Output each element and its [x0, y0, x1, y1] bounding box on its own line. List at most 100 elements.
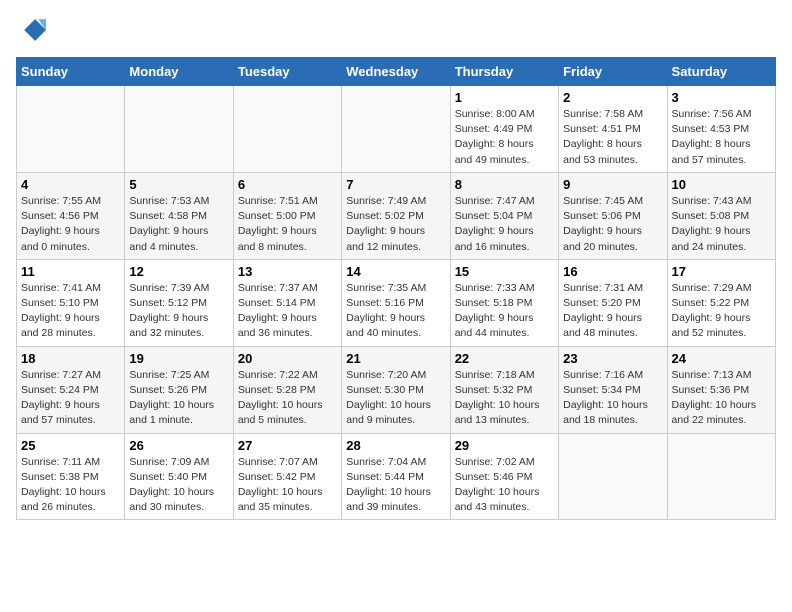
calendar-cell: 1 Sunrise: 8:00 AM Sunset: 4:49 PM Daylig…	[450, 86, 558, 173]
calendar-cell: 28 Sunrise: 7:04 AM Sunset: 5:44 PM Dayli…	[342, 433, 450, 520]
day-number: 26	[129, 438, 228, 453]
page-header	[16, 16, 776, 49]
calendar-cell: 12 Sunrise: 7:39 AM Sunset: 5:12 PM Dayli…	[125, 259, 233, 346]
day-number: 15	[455, 264, 554, 279]
day-info: Sunrise: 7:20 AM Sunset: 5:30 PM Dayligh…	[346, 368, 445, 429]
calendar-cell	[559, 433, 667, 520]
day-number: 29	[455, 438, 554, 453]
day-info: Sunrise: 7:02 AM Sunset: 5:46 PM Dayligh…	[455, 455, 554, 516]
weekday-header-tuesday: Tuesday	[233, 58, 341, 86]
day-info: Sunrise: 7:09 AM Sunset: 5:40 PM Dayligh…	[129, 455, 228, 516]
logo	[16, 16, 50, 49]
day-number: 1	[455, 90, 554, 105]
day-number: 13	[238, 264, 337, 279]
day-number: 7	[346, 177, 445, 192]
day-info: Sunrise: 7:45 AM Sunset: 5:06 PM Dayligh…	[563, 194, 662, 255]
calendar-cell	[342, 86, 450, 173]
calendar-cell: 29 Sunrise: 7:02 AM Sunset: 5:46 PM Dayli…	[450, 433, 558, 520]
calendar-cell: 23 Sunrise: 7:16 AM Sunset: 5:34 PM Dayli…	[559, 346, 667, 433]
day-number: 5	[129, 177, 228, 192]
day-number: 8	[455, 177, 554, 192]
day-number: 28	[346, 438, 445, 453]
day-info: Sunrise: 7:04 AM Sunset: 5:44 PM Dayligh…	[346, 455, 445, 516]
calendar-cell: 20 Sunrise: 7:22 AM Sunset: 5:28 PM Dayli…	[233, 346, 341, 433]
calendar-week-row: 11 Sunrise: 7:41 AM Sunset: 5:10 PM Dayli…	[17, 259, 776, 346]
calendar-cell: 15 Sunrise: 7:33 AM Sunset: 5:18 PM Dayli…	[450, 259, 558, 346]
day-info: Sunrise: 7:58 AM Sunset: 4:51 PM Dayligh…	[563, 107, 662, 168]
day-number: 11	[21, 264, 120, 279]
day-info: Sunrise: 7:27 AM Sunset: 5:24 PM Dayligh…	[21, 368, 120, 429]
calendar-cell: 14 Sunrise: 7:35 AM Sunset: 5:16 PM Dayli…	[342, 259, 450, 346]
calendar-cell	[667, 433, 775, 520]
calendar-cell: 3Sunrise: 7:56 AM Sunset: 4:53 PM Daylig…	[667, 86, 775, 173]
day-info: Sunrise: 7:11 AM Sunset: 5:38 PM Dayligh…	[21, 455, 120, 516]
day-info: Sunrise: 7:47 AM Sunset: 5:04 PM Dayligh…	[455, 194, 554, 255]
day-number: 6	[238, 177, 337, 192]
calendar-cell: 16 Sunrise: 7:31 AM Sunset: 5:20 PM Dayli…	[559, 259, 667, 346]
day-info: Sunrise: 7:31 AM Sunset: 5:20 PM Dayligh…	[563, 281, 662, 342]
weekday-header-wednesday: Wednesday	[342, 58, 450, 86]
calendar-cell: 6 Sunrise: 7:51 AM Sunset: 5:00 PM Daylig…	[233, 172, 341, 259]
day-info: Sunrise: 7:33 AM Sunset: 5:18 PM Dayligh…	[455, 281, 554, 342]
day-number: 19	[129, 351, 228, 366]
day-number: 23	[563, 351, 662, 366]
calendar-cell: 25 Sunrise: 7:11 AM Sunset: 5:38 PM Dayli…	[17, 433, 125, 520]
day-info: Sunrise: 7:18 AM Sunset: 5:32 PM Dayligh…	[455, 368, 554, 429]
day-info: Sunrise: 7:39 AM Sunset: 5:12 PM Dayligh…	[129, 281, 228, 342]
calendar-week-row: 1 Sunrise: 8:00 AM Sunset: 4:49 PM Daylig…	[17, 86, 776, 173]
calendar-week-row: 18 Sunrise: 7:27 AM Sunset: 5:24 PM Dayli…	[17, 346, 776, 433]
day-info: Sunrise: 7:56 AM Sunset: 4:53 PM Dayligh…	[672, 107, 771, 168]
weekday-header-sunday: Sunday	[17, 58, 125, 86]
calendar-cell: 27 Sunrise: 7:07 AM Sunset: 5:42 PM Dayli…	[233, 433, 341, 520]
weekday-header-monday: Monday	[125, 58, 233, 86]
calendar-week-row: 25 Sunrise: 7:11 AM Sunset: 5:38 PM Dayli…	[17, 433, 776, 520]
day-info: Sunrise: 7:13 AM Sunset: 5:36 PM Dayligh…	[672, 368, 771, 429]
day-number: 16	[563, 264, 662, 279]
day-info: Sunrise: 7:53 AM Sunset: 4:58 PM Dayligh…	[129, 194, 228, 255]
weekday-header-friday: Friday	[559, 58, 667, 86]
day-number: 25	[21, 438, 120, 453]
day-info: Sunrise: 7:07 AM Sunset: 5:42 PM Dayligh…	[238, 455, 337, 516]
calendar-cell	[233, 86, 341, 173]
day-info: Sunrise: 8:00 AM Sunset: 4:49 PM Dayligh…	[455, 107, 554, 168]
calendar-cell: 4 Sunrise: 7:55 AM Sunset: 4:56 PM Daylig…	[17, 172, 125, 259]
calendar-cell: 19 Sunrise: 7:25 AM Sunset: 5:26 PM Dayli…	[125, 346, 233, 433]
calendar-cell: 5 Sunrise: 7:53 AM Sunset: 4:58 PM Daylig…	[125, 172, 233, 259]
day-number: 20	[238, 351, 337, 366]
weekday-header-saturday: Saturday	[667, 58, 775, 86]
day-info: Sunrise: 7:41 AM Sunset: 5:10 PM Dayligh…	[21, 281, 120, 342]
day-number: 18	[21, 351, 120, 366]
calendar-cell: 13 Sunrise: 7:37 AM Sunset: 5:14 PM Dayli…	[233, 259, 341, 346]
day-number: 12	[129, 264, 228, 279]
day-info: Sunrise: 7:16 AM Sunset: 5:34 PM Dayligh…	[563, 368, 662, 429]
calendar-cell: 17 Sunrise: 7:29 AM Sunset: 5:22 PM Dayli…	[667, 259, 775, 346]
calendar-cell	[125, 86, 233, 173]
day-info: Sunrise: 7:25 AM Sunset: 5:26 PM Dayligh…	[129, 368, 228, 429]
day-number: 17	[672, 264, 771, 279]
day-info: Sunrise: 7:22 AM Sunset: 5:28 PM Dayligh…	[238, 368, 337, 429]
calendar-cell: 21Sunrise: 7:20 AM Sunset: 5:30 PM Dayli…	[342, 346, 450, 433]
day-info: Sunrise: 7:29 AM Sunset: 5:22 PM Dayligh…	[672, 281, 771, 342]
day-number: 14	[346, 264, 445, 279]
day-info: Sunrise: 7:55 AM Sunset: 4:56 PM Dayligh…	[21, 194, 120, 255]
day-info: Sunrise: 7:35 AM Sunset: 5:16 PM Dayligh…	[346, 281, 445, 342]
calendar-cell: 2Sunrise: 7:58 AM Sunset: 4:51 PM Daylig…	[559, 86, 667, 173]
weekday-header-thursday: Thursday	[450, 58, 558, 86]
day-info: Sunrise: 7:51 AM Sunset: 5:00 PM Dayligh…	[238, 194, 337, 255]
weekday-header-row: SundayMondayTuesdayWednesdayThursdayFrid…	[17, 58, 776, 86]
day-number: 10	[672, 177, 771, 192]
calendar-cell: 10Sunrise: 7:43 AM Sunset: 5:08 PM Dayli…	[667, 172, 775, 259]
calendar-cell: 22 Sunrise: 7:18 AM Sunset: 5:32 PM Dayli…	[450, 346, 558, 433]
day-number: 4	[21, 177, 120, 192]
day-info: Sunrise: 7:49 AM Sunset: 5:02 PM Dayligh…	[346, 194, 445, 255]
day-info: Sunrise: 7:37 AM Sunset: 5:14 PM Dayligh…	[238, 281, 337, 342]
day-number: 27	[238, 438, 337, 453]
day-number: 22	[455, 351, 554, 366]
calendar-cell: 26 Sunrise: 7:09 AM Sunset: 5:40 PM Dayli…	[125, 433, 233, 520]
day-number: 24	[672, 351, 771, 366]
calendar-cell: 7 Sunrise: 7:49 AM Sunset: 5:02 PM Daylig…	[342, 172, 450, 259]
calendar-cell: 9 Sunrise: 7:45 AM Sunset: 5:06 PM Daylig…	[559, 172, 667, 259]
day-number: 9	[563, 177, 662, 192]
calendar-cell: 18 Sunrise: 7:27 AM Sunset: 5:24 PM Dayli…	[17, 346, 125, 433]
calendar-table: SundayMondayTuesdayWednesdayThursdayFrid…	[16, 57, 776, 520]
